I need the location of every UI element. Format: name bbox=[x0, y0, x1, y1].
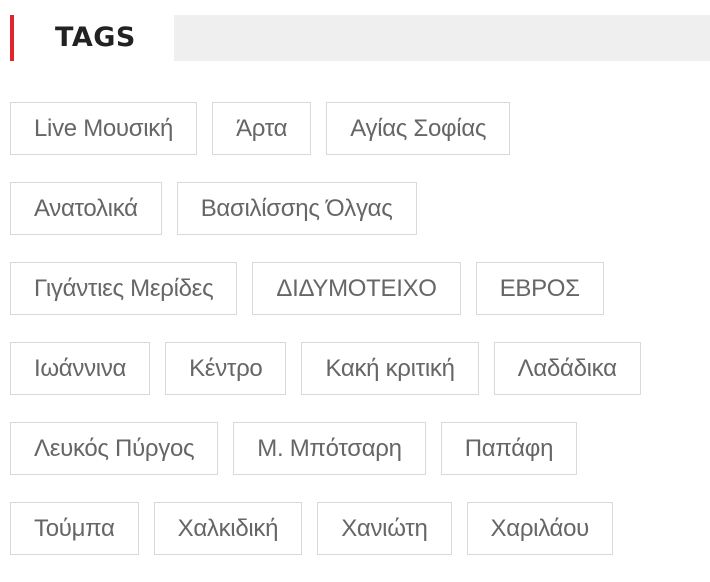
tag-row: Live Μουσική Άρτα Αγίας Σοφίας bbox=[10, 102, 710, 155]
tag-link[interactable]: Βασιλίσσης Όλγας bbox=[176, 182, 417, 235]
tag-link[interactable]: Ανατολικά bbox=[10, 182, 162, 235]
tag-link[interactable]: Γιγάντιες Μερίδες bbox=[10, 262, 238, 315]
tag-link[interactable]: Χαλκιδική bbox=[153, 502, 303, 555]
header-accent-bar bbox=[10, 15, 14, 61]
tag-link[interactable]: Κακή κριτική bbox=[301, 342, 479, 395]
tag-link[interactable]: Λαδάδικα bbox=[493, 342, 641, 395]
tag-link[interactable]: Παπάφη bbox=[440, 422, 578, 475]
widget-title: TAGS bbox=[55, 22, 136, 53]
header-divider-fill bbox=[174, 15, 710, 61]
tag-link[interactable]: Τούμπα bbox=[10, 502, 139, 555]
tag-row: Ιωάννινα Κέντρο Κακή κριτική Λαδάδικα bbox=[10, 342, 710, 395]
tag-row: Γιγάντιες Μερίδες ΔΙΔΥΜΟΤΕΙΧΟ ΕΒΡΟΣ bbox=[10, 262, 710, 315]
tags-widget-header: TAGS bbox=[10, 15, 710, 61]
tag-link[interactable]: Άρτα bbox=[212, 102, 312, 155]
tag-link[interactable]: Κέντρο bbox=[165, 342, 287, 395]
tag-row: Τούμπα Χαλκιδική Χανιώτη Χαριλάου bbox=[10, 502, 710, 555]
tag-link[interactable]: Αγίας Σοφίας bbox=[326, 102, 511, 155]
tag-link[interactable]: Χαριλάου bbox=[466, 502, 613, 555]
tag-link[interactable]: Ιωάννινα bbox=[10, 342, 151, 395]
tag-link[interactable]: Μ. Μπότσαρη bbox=[233, 422, 426, 475]
tag-link[interactable]: Λευκός Πύργος bbox=[10, 422, 219, 475]
tag-link[interactable]: ΔΙΔΥΜΟΤΕΙΧΟ bbox=[252, 262, 461, 315]
tag-link[interactable]: ΕΒΡΟΣ bbox=[475, 262, 604, 315]
tag-row: Ανατολικά Βασιλίσσης Όλγας bbox=[10, 182, 710, 235]
tag-link[interactable]: Χανιώτη bbox=[317, 502, 452, 555]
tag-row: Λευκός Πύργος Μ. Μπότσαρη Παπάφη bbox=[10, 422, 710, 475]
tag-link[interactable]: Live Μουσική bbox=[10, 102, 198, 155]
tag-cloud: Live Μουσική Άρτα Αγίας Σοφίας Ανατολικά… bbox=[10, 102, 710, 582]
